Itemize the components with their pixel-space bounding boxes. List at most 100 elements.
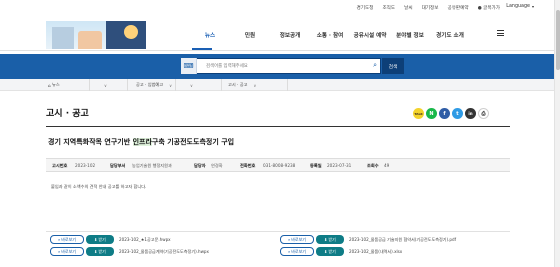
article-title: 경기 지역특화작목 연구기반 인프라구축 기공전도도측정기 구입 [48,137,234,147]
article-title-part-2: 구축 기공전도도측정기 구입 [151,138,235,146]
twitter-share-icon[interactable]: t [452,108,463,119]
download-button[interactable]: ⬇ 받기 [316,235,344,244]
breadcrumb: ⌂ 뉴스 ∨ 공고 · 입법예고 ∨ ∨ 고시 · 공고 ∨ [0,79,554,91]
breadcrumb-item-current[interactable]: 고시 · 공고 ∨ [222,79,288,91]
utility-link-gg[interactable]: 경기도청 [357,5,374,11]
chevron-down-icon: ∨ [190,82,193,88]
search-input[interactable] [206,62,356,71]
article-meta: 고시번호 2023-102 담당부서 농업기술원 행정지원과 담당자 연경화 전… [46,158,510,172]
search-icon: ⌕ [58,237,61,242]
attachment-row: ⌕ 바로보기 ⬇ 받기 2023-102_물품공급 기술지원 협약서(기공전도도측정… [280,235,456,244]
chevron-down-icon: ∨ [169,82,173,88]
meta-dept-label: 담당부서 [110,163,126,168]
meta-date-label: 등록일 [310,163,322,168]
download-icon: ⬇ [94,249,98,254]
utility-link-booking[interactable]: 공유판예약 [447,5,468,11]
divider [46,126,510,127]
meta-no-label: 고시번호 [52,163,68,168]
naver-share-icon[interactable]: N [426,108,437,119]
page-title: 고시 · 공고 [46,109,89,119]
nav-field-info[interactable]: 분야별 정보 [390,31,430,39]
attachment-filename[interactable]: 2023-102_물품공급계약(기공전도도측정기).hwpx [119,249,209,255]
preview-button[interactable]: ⌕ 바로보기 [50,235,84,244]
preview-button[interactable]: ⌕ 바로보기 [280,235,314,244]
meta-no-value: 2023-102 [75,163,96,168]
preview-button-label: 바로보기 [291,236,306,242]
meta-tel-value: 031-8008-9238 [263,163,296,168]
meta-dept-value: 농업기술원 행정지원과 [132,163,172,168]
language-label: Language [506,4,530,9]
download-button-label: 받기 [98,236,106,242]
nav-civil[interactable]: 민원 [230,31,270,39]
menu-icon[interactable] [497,30,504,36]
chevron-down-icon: ∨ [253,82,257,88]
attachment-filename[interactable]: 2023-102_물품(내역서).xlsx [349,249,402,255]
search-box: ⌨ ⌕ [181,58,381,74]
site-header: 뉴스 민원 정보공개 소통 · 참여 공유시설 예약 분야별 정보 경기도 소개 [0,17,554,51]
meta-person-label: 담당자 [194,163,206,168]
meta-person-value: 연경화 [211,163,223,168]
article-title-part-1: 경기 지역특화작목 연구기반 [48,138,133,146]
chevron-down-icon: ▾ [531,4,534,9]
breadcrumb-item-current-label: 고시 · 공고 [228,82,248,87]
nav-facility-booking[interactable]: 공유시설 예약 [350,31,390,39]
meta-views-value: 49 [384,163,390,168]
utility-link-org[interactable]: 조직도 [382,5,395,11]
utility-bar: 경기도청 조직도 날씨 대기정보 공유판예약 ● 글목가가 Language ▾ [0,0,560,17]
utility-link-weather[interactable]: 날씨 [404,5,412,11]
search-icon: ⌕ [288,249,291,254]
nav-info[interactable]: 정보공개 [270,31,310,39]
download-button[interactable]: ⬇ 받기 [86,235,114,244]
download-button-label: 받기 [328,248,336,254]
search-button[interactable]: 검색 [382,58,404,74]
article-title-highlight: 인프라 [132,138,152,146]
print-icon[interactable]: ⎙ [478,108,489,119]
instagram-share-icon[interactable]: in [465,108,476,119]
attachment-row: ⌕ 바로보기 ⬇ 받기 2023-102_★1공고문.hwpx [50,235,171,244]
breadcrumb-home[interactable]: ⌂ 뉴스 [44,79,90,91]
download-button[interactable]: ⬇ 받기 [86,247,114,256]
breadcrumb-item-notice-label: 공고 · 입법예고 [136,82,164,87]
preview-button[interactable]: ⌕ 바로보기 [50,247,84,256]
header-illustration [46,21,146,49]
meta-views-label: 조회수 [367,163,379,168]
article-body: 붙임과 같이 소액수의 견적 안내 공고를 하고자 합니다. [51,184,147,189]
utility-links: 경기도청 조직도 날씨 대기정보 공유판예약 ● 글목가가 [357,5,500,11]
nav-active-indicator [192,48,212,50]
language-select[interactable]: Language ▾ [506,4,534,9]
meta-date-value: 2023-07-31 [327,163,352,168]
share-bar: TALK N f t in ⎙ [413,108,489,119]
preview-button-label: 바로보기 [61,236,76,242]
preview-button-label: 바로보기 [291,248,306,254]
scrollbar[interactable] [554,0,560,267]
utility-link-air[interactable]: 대기정보 [422,5,439,11]
attachment-filename[interactable]: 2023-102_물품공급 기술지원 협약서(기공전도도측정기).pdf [349,237,456,243]
download-icon: ⬇ [324,249,328,254]
main-nav: 뉴스 민원 정보공개 소통 · 참여 공유시설 예약 분야별 정보 경기도 소개 [190,31,470,39]
meta-tel-label: 전화번호 [240,163,256,168]
utility-link-allsites[interactable]: ● 글목가가 [478,5,500,11]
breadcrumb-home-label: 뉴스 [52,82,60,87]
download-button[interactable]: ⬇ 받기 [316,247,344,256]
nav-communication[interactable]: 소통 · 참여 [310,31,350,39]
breadcrumb-item-notice[interactable]: 공고 · 입법예고 ∨ [128,79,176,91]
breadcrumb-dropdown-1[interactable]: ∨ [90,79,128,91]
facebook-share-icon[interactable]: f [439,108,450,119]
download-button-label: 받기 [98,248,106,254]
scrollbar-thumb[interactable] [556,10,560,70]
search-icon[interactable]: ⌕ [373,61,377,70]
nav-about[interactable]: 경기도 소개 [430,31,470,39]
preview-button-label: 바로보기 [61,248,76,254]
keyboard-icon[interactable]: ⌨ [181,58,197,74]
home-icon: ⌂ [48,82,51,88]
chevron-down-icon: ∨ [104,82,107,88]
search-icon: ⌕ [288,237,291,242]
attachment-filename[interactable]: 2023-102_★1공고문.hwpx [119,237,171,243]
utility-link-allsites-label: 글목가가 [483,6,500,11]
nav-news[interactable]: 뉴스 [190,31,230,39]
search-banner: ⌨ ⌕ 검색 [0,54,554,79]
attachments-divider [46,231,510,232]
preview-button[interactable]: ⌕ 바로보기 [280,247,314,256]
kakaotalk-share-icon[interactable]: TALK [413,108,424,119]
breadcrumb-dropdown-2[interactable]: ∨ [176,79,222,91]
